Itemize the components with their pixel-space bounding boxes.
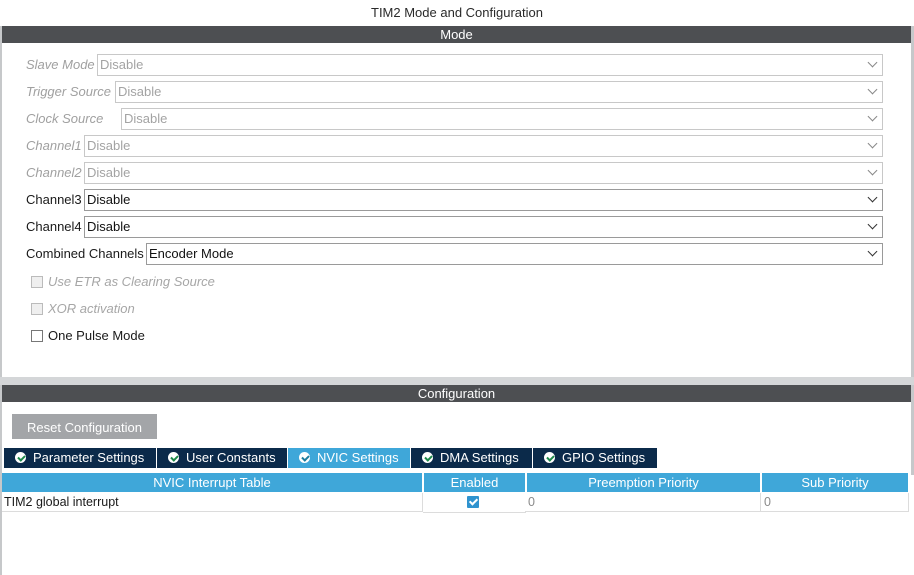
clock-source-value: Disable [124,111,168,126]
one-pulse-mode-checkbox[interactable] [31,330,43,342]
table-row-enabled-cell[interactable] [423,493,526,513]
column-header-nvic-interrupt-table[interactable]: NVIC Interrupt Table [2,473,422,492]
trigger-source-select[interactable]: Disable [115,81,883,103]
slave-mode-row: Slave Mode Disable [26,54,883,76]
table-row-sub-priority[interactable]: 0 [761,493,909,512]
use-etr-label: Use ETR as Clearing Source [48,274,215,289]
clock-source-label: Clock Source [26,111,104,126]
mode-panel-divider[interactable] [0,377,914,385]
tab-user-constants[interactable]: User Constants [157,448,287,468]
column-header-preemption-priority[interactable]: Preemption Priority [527,473,760,492]
channel1-label: Channel1 [26,138,82,153]
trigger-source-row: Trigger Source Disable [26,81,883,103]
xor-activation-label: XOR activation [48,301,135,316]
channel3-label: Channel3 [26,192,82,207]
left-border [0,26,2,377]
tab-nvic-settings[interactable]: NVIC Settings [288,448,410,468]
channel4-select[interactable]: Disable [84,216,883,238]
chevron-down-icon [867,246,878,257]
chevron-down-icon [867,192,878,203]
check-circle-icon [168,452,179,463]
channel2-value: Disable [87,165,131,180]
column-header-enabled[interactable]: Enabled [424,473,525,492]
combined-channels-label: Combined Channels [26,246,144,261]
channel4-value: Disable [87,219,131,234]
tab-label: User Constants [186,450,276,465]
tab-label: GPIO Settings [562,450,646,465]
enabled-checkbox[interactable] [467,496,479,508]
configuration-header: Configuration [2,385,911,402]
tab-dma-settings[interactable]: DMA Settings [411,448,532,468]
chevron-down-icon [867,138,878,149]
chevron-down-icon [867,57,878,68]
slave-mode-value: Disable [100,57,144,72]
slave-mode-select[interactable]: Disable [97,54,883,76]
channel1-value: Disable [87,138,131,153]
reset-configuration-button[interactable]: Reset Configuration [12,414,157,439]
table-row-interrupt-name[interactable]: TIM2 global interrupt [2,493,423,512]
check-circle-icon [299,452,310,463]
column-header-sub-priority[interactable]: Sub Priority [762,473,908,492]
chevron-down-icon [867,111,878,122]
check-circle-icon [544,452,555,463]
channel1-select[interactable]: Disable [84,135,883,157]
window-title: TIM2 Mode and Configuration [0,0,914,26]
slave-mode-label: Slave Mode [26,57,95,72]
chevron-down-icon [867,84,878,95]
tab-parameter-settings[interactable]: Parameter Settings [4,448,156,468]
channel4-label: Channel4 [26,219,82,234]
channel3-row: Channel3 Disable [26,189,883,211]
channel2-select[interactable]: Disable [84,162,883,184]
tab-gpio-settings[interactable]: GPIO Settings [533,448,657,468]
combined-channels-value: Encoder Mode [149,246,234,261]
table-row-preemption-priority[interactable]: 0 [525,493,761,512]
trigger-source-value: Disable [118,84,162,99]
clock-source-row: Clock Source Disable [26,108,883,130]
channel2-label: Channel2 [26,165,82,180]
channel1-row: Channel1 Disable [26,135,883,157]
check-circle-icon [422,452,433,463]
combined-channels-row: Combined Channels Encoder Mode [26,243,883,265]
xor-activation-checkbox[interactable] [31,303,43,315]
chevron-down-icon [867,165,878,176]
tab-label: Parameter Settings [33,450,145,465]
tab-label: DMA Settings [440,450,519,465]
channel4-row: Channel4 Disable [26,216,883,238]
use-etr-checkbox[interactable] [31,276,43,288]
check-circle-icon [15,452,26,463]
mode-header: Mode [2,26,911,43]
chevron-down-icon [867,219,878,230]
channel2-row: Channel2 Disable [26,162,883,184]
tab-label: NVIC Settings [317,450,399,465]
clock-source-select[interactable]: Disable [121,108,883,130]
channel3-select[interactable]: Disable [84,189,883,211]
one-pulse-mode-label: One Pulse Mode [48,328,145,343]
channel3-value: Disable [87,192,131,207]
combined-channels-select[interactable]: Encoder Mode [146,243,883,265]
trigger-source-label: Trigger Source [26,84,112,99]
